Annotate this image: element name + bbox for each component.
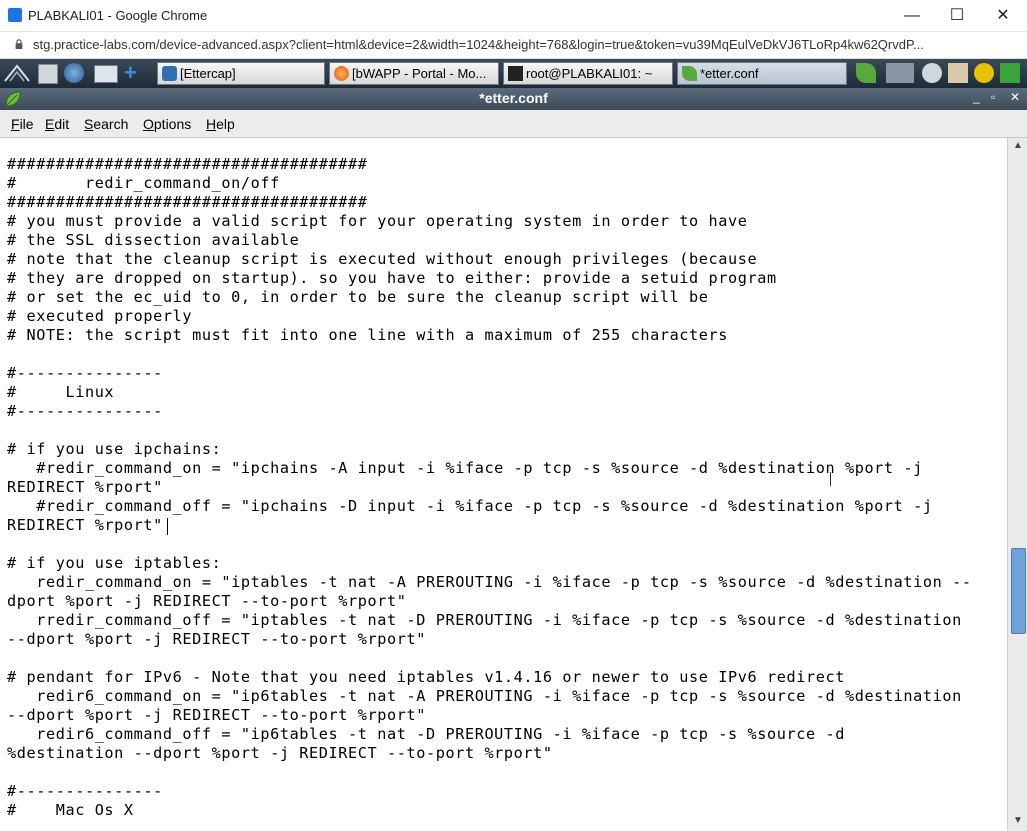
scrollbar-thumb[interactable]: [1011, 548, 1026, 634]
add-launcher-icon[interactable]: +: [124, 60, 137, 86]
close-button[interactable]: ✕: [980, 4, 1026, 28]
task-terminal[interactable]: root@PLABKALI01: ~: [503, 62, 673, 85]
address-bar[interactable]: stg.practice-labs.com/device-advanced.as…: [0, 32, 1027, 59]
editor-close-button[interactable]: ✕: [1010, 90, 1020, 104]
remote-desktop-app-icon: [8, 8, 22, 22]
file-content[interactable]: ##################################### # …: [7, 155, 972, 820]
workspace-icon[interactable]: [886, 63, 914, 83]
editor-title-bar: *etter.conf _ ▫ ✕: [0, 88, 1027, 110]
menu-file[interactable]: File: [11, 116, 34, 132]
maximize-button[interactable]: ☐: [934, 4, 980, 28]
lock-icon: [15, 39, 23, 49]
mouse-ibeam-cursor: [830, 472, 833, 486]
task-etter-conf[interactable]: *etter.conf: [677, 62, 847, 85]
task-ettercap[interactable]: [Ettercap]: [157, 62, 325, 85]
window-title: PLABKALI01 - Google Chrome: [28, 8, 208, 23]
menu-edit[interactable]: Edit: [45, 116, 69, 132]
search-icon[interactable]: [922, 63, 942, 83]
notification-icon[interactable]: [974, 63, 994, 83]
editor-minimize-button[interactable]: _: [973, 90, 980, 104]
editor-title: *etter.conf: [479, 90, 548, 106]
url-text[interactable]: stg.practice-labs.com/device-advanced.as…: [33, 37, 924, 52]
leafpad-icon: [682, 66, 697, 81]
leafpad-tray-icon[interactable]: [856, 63, 876, 83]
clipboard-icon[interactable]: [948, 63, 968, 83]
text-caret: [167, 518, 168, 535]
kali-menu-icon[interactable]: [2, 62, 32, 85]
chrome-title-bar: PLABKALI01 - Google Chrome — ☐ ✕: [0, 0, 1027, 32]
file-manager-icon[interactable]: [38, 64, 58, 84]
show-desktop-icon[interactable]: [94, 65, 118, 83]
vertical-scrollbar[interactable]: ▲ ▼: [1007, 138, 1027, 831]
menu-options[interactable]: Options: [143, 116, 191, 132]
logout-icon[interactable]: [1000, 63, 1020, 83]
ettercap-icon: [162, 66, 177, 81]
browser-icon[interactable]: [64, 63, 84, 83]
editor-maximize-button[interactable]: ▫: [991, 90, 995, 104]
text-editor-area[interactable]: ##################################### # …: [0, 138, 1007, 831]
menu-search[interactable]: Search: [84, 116, 128, 132]
terminal-icon: [508, 66, 523, 81]
firefox-icon: [334, 66, 349, 81]
editor-menubar: File Edit Search Options Help: [0, 110, 1027, 138]
desktop-taskbar: + [Ettercap] [bWAPP - Portal - Mo... roo…: [0, 59, 1027, 88]
menu-help[interactable]: Help: [206, 116, 235, 132]
scroll-up-arrow-icon[interactable]: ▲: [1009, 138, 1027, 154]
scroll-down-arrow-icon[interactable]: ▼: [1009, 813, 1027, 829]
task-bwapp-portal[interactable]: [bWAPP - Portal - Mo...: [329, 62, 499, 85]
minimize-button[interactable]: —: [889, 4, 935, 28]
